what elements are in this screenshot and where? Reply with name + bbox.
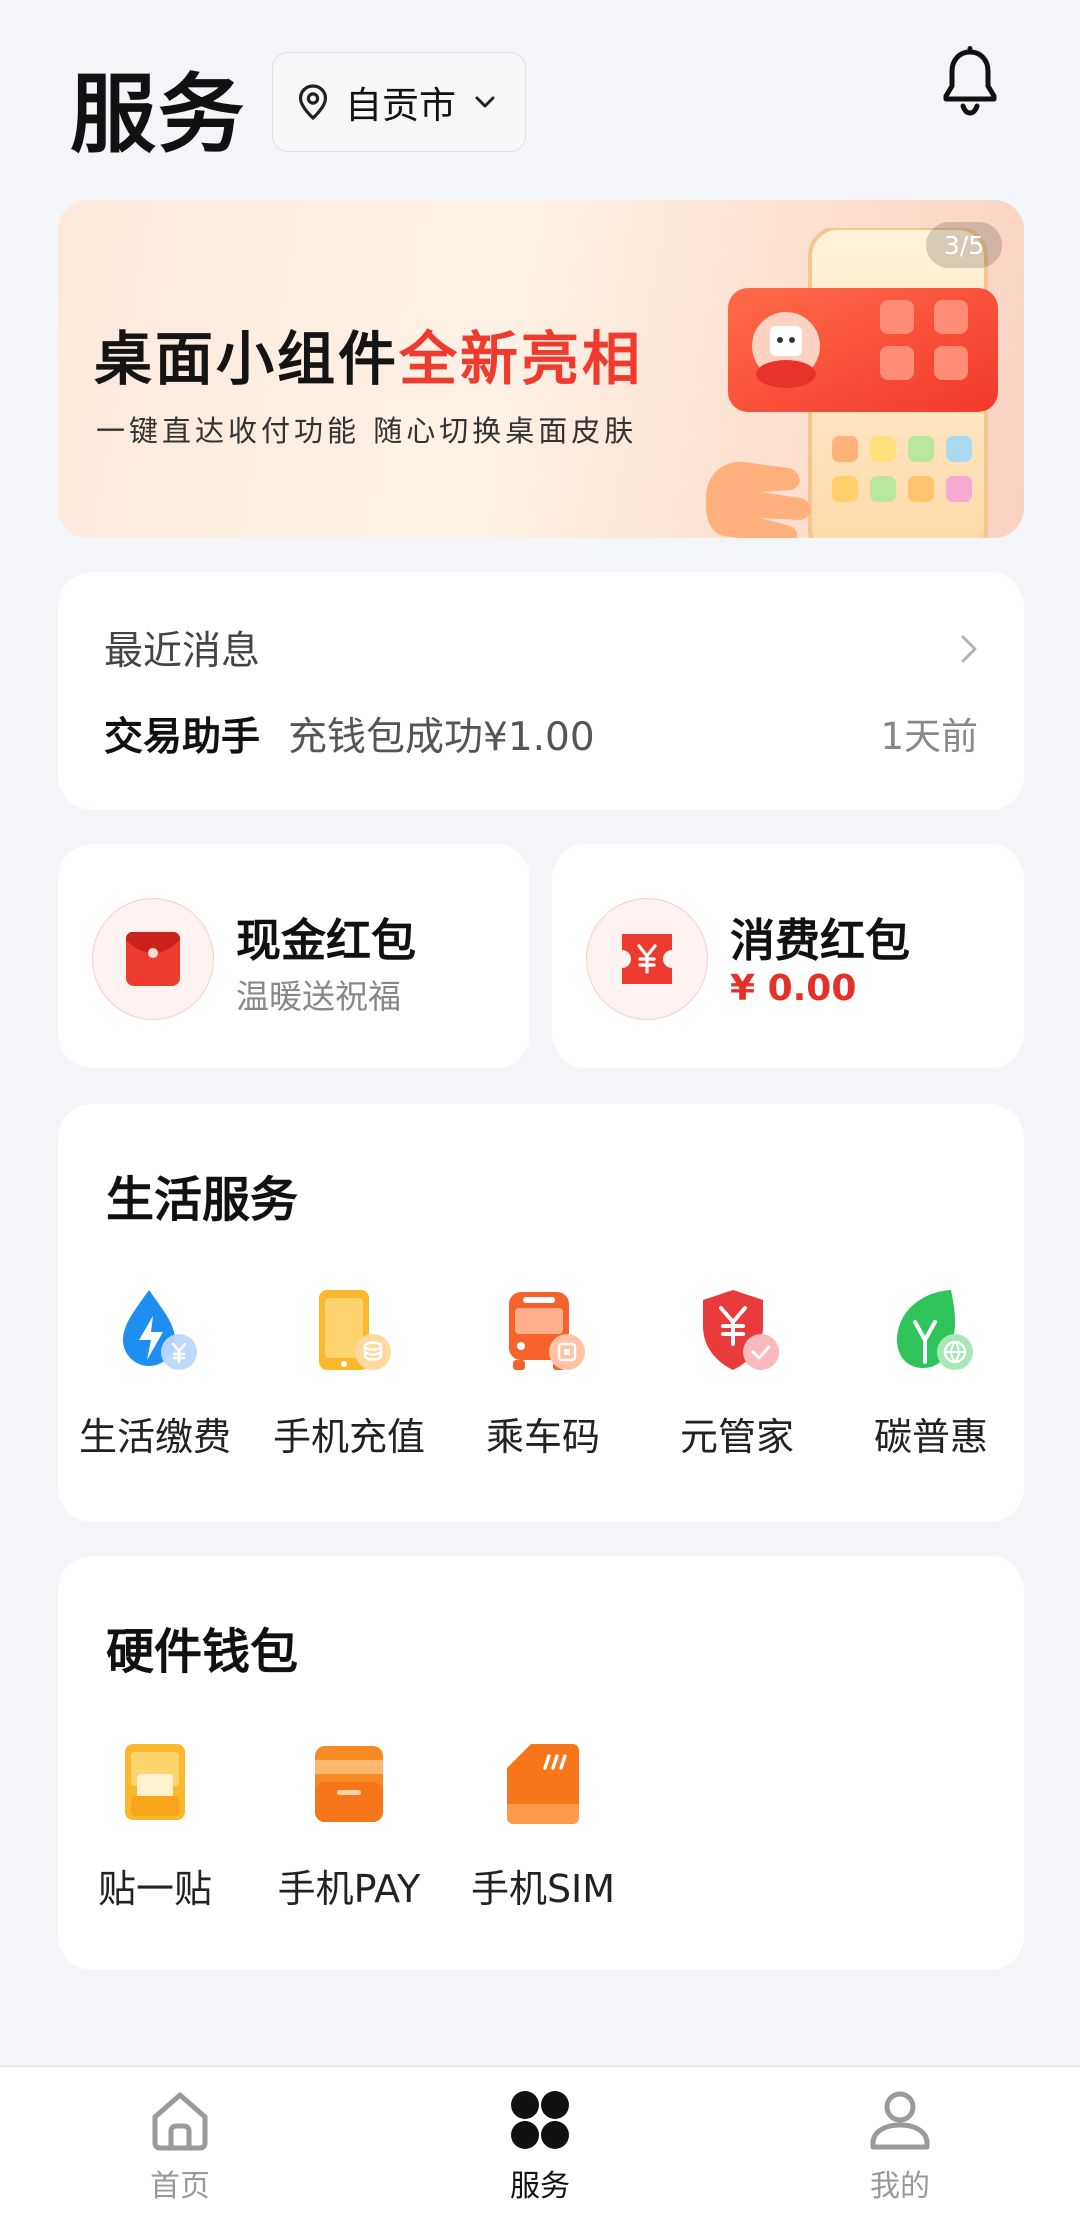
hardware-label: 手机SIM xyxy=(470,1867,616,1911)
coupon-yuan-icon xyxy=(622,934,672,984)
header: 服务 自贡市 xyxy=(0,0,1080,190)
services-icon xyxy=(511,2091,569,2149)
recent-messages-card[interactable]: 最近消息 交易助手 充钱包成功¥1.00 1天前 xyxy=(58,572,1024,810)
service-carbon-benefit[interactable]: 碳普惠 xyxy=(834,1282,1028,1461)
hardware-label: 手机PAY xyxy=(277,1867,421,1911)
service-bill-payment[interactable]: 生活缴费 xyxy=(58,1282,252,1461)
life-services-title: 生活服务 xyxy=(106,1172,299,1228)
cash-red-packet-icon-badge xyxy=(92,898,214,1020)
hardware-tap[interactable]: 贴一贴 xyxy=(58,1734,252,1913)
service-label: 乘车码 xyxy=(485,1415,600,1459)
banner-title: 桌面小组件全新亮相 xyxy=(94,312,643,396)
water-bolt-icon xyxy=(123,1290,197,1370)
city-selector[interactable]: 自贡市 xyxy=(272,52,526,152)
chevron-down-icon xyxy=(475,96,495,108)
location-pin-icon xyxy=(298,84,328,121)
hardware-phone-pay[interactable]: 手机PAY xyxy=(252,1734,446,1913)
nav-services-label: 服务 xyxy=(510,2169,570,2204)
service-bus-code[interactable]: 乘车码 xyxy=(446,1282,640,1461)
widget-phone-illustration xyxy=(706,228,998,538)
hardware-label: 贴一贴 xyxy=(97,1867,212,1911)
red-envelope-icon xyxy=(126,932,180,986)
spend-red-packet-icon-badge xyxy=(586,898,708,1020)
phone-recharge-icon xyxy=(319,1290,391,1370)
spend-red-packet-amount: ¥ 0.00 xyxy=(730,968,857,1009)
nav-services[interactable]: 服务 xyxy=(440,2087,640,2205)
city-label: 自贡市 xyxy=(345,84,456,127)
promo-banner[interactable]: 桌面小组件全新亮相 一键直达收付功能 随心切换桌面皮肤 3/5 xyxy=(58,200,1024,538)
yuan-shield-icon xyxy=(703,1290,779,1370)
spend-red-packet-title: 消费红包 xyxy=(730,914,911,967)
sim-icon xyxy=(507,1744,579,1824)
hardware-wallet-title: 硬件钱包 xyxy=(106,1624,299,1680)
chevron-right-icon xyxy=(961,635,977,663)
life-services-card: 生活服务 生活缴费 手机充值 乘车码 元管家 碳普惠 xyxy=(58,1104,1024,1522)
nav-home-label: 首页 xyxy=(150,2169,210,2204)
nav-profile-label: 我的 xyxy=(870,2169,930,2204)
nav-home[interactable]: 首页 xyxy=(80,2087,280,2205)
hardware-phone-sim[interactable]: 手机SIM xyxy=(446,1734,640,1913)
cash-red-packet-card[interactable]: 现金红包 温暖送祝福 xyxy=(58,844,530,1068)
service-label: 手机充值 xyxy=(272,1415,425,1459)
green-leaf-icon xyxy=(897,1290,973,1370)
banner-title-main: 桌面小组件 xyxy=(94,325,400,393)
spend-red-packet-card[interactable]: 消费红包 ¥ 0.00 xyxy=(552,844,1024,1068)
card-icon xyxy=(315,1746,383,1822)
banner-title-accent: 全新亮相 xyxy=(399,325,644,393)
bottom-navigation: 首页 服务 我的 xyxy=(0,2066,1080,2228)
banner-pager: 3/5 xyxy=(926,222,1002,268)
page-title: 服务 xyxy=(70,65,246,165)
home-icon xyxy=(152,2092,208,2151)
message-text: 充钱包成功¥1.00 xyxy=(288,715,595,760)
cash-red-packet-subtitle: 温暖送祝福 xyxy=(236,977,401,1016)
service-yuan-steward[interactable]: 元管家 xyxy=(640,1282,834,1461)
service-phone-recharge[interactable]: 手机充值 xyxy=(252,1282,446,1461)
hardware-wallet-card: 硬件钱包 贴一贴 手机PAY 手机SIM xyxy=(58,1556,1024,1970)
service-label: 生活缴费 xyxy=(78,1415,231,1459)
service-label: 碳普惠 xyxy=(873,1415,988,1459)
tap-icon xyxy=(125,1744,185,1820)
profile-icon xyxy=(870,2091,930,2150)
nav-profile[interactable]: 我的 xyxy=(800,2087,1000,2205)
message-time: 1天前 xyxy=(880,715,978,758)
bell-icon[interactable] xyxy=(938,44,1002,120)
bus-code-icon xyxy=(509,1292,585,1370)
message-sender: 交易助手 xyxy=(104,715,261,760)
service-label: 元管家 xyxy=(679,1415,794,1459)
banner-subtitle: 一键直达收付功能 随心切换桌面皮肤 xyxy=(96,414,638,448)
cash-red-packet-title: 现金红包 xyxy=(236,914,417,967)
recent-messages-heading: 最近消息 xyxy=(104,629,261,674)
